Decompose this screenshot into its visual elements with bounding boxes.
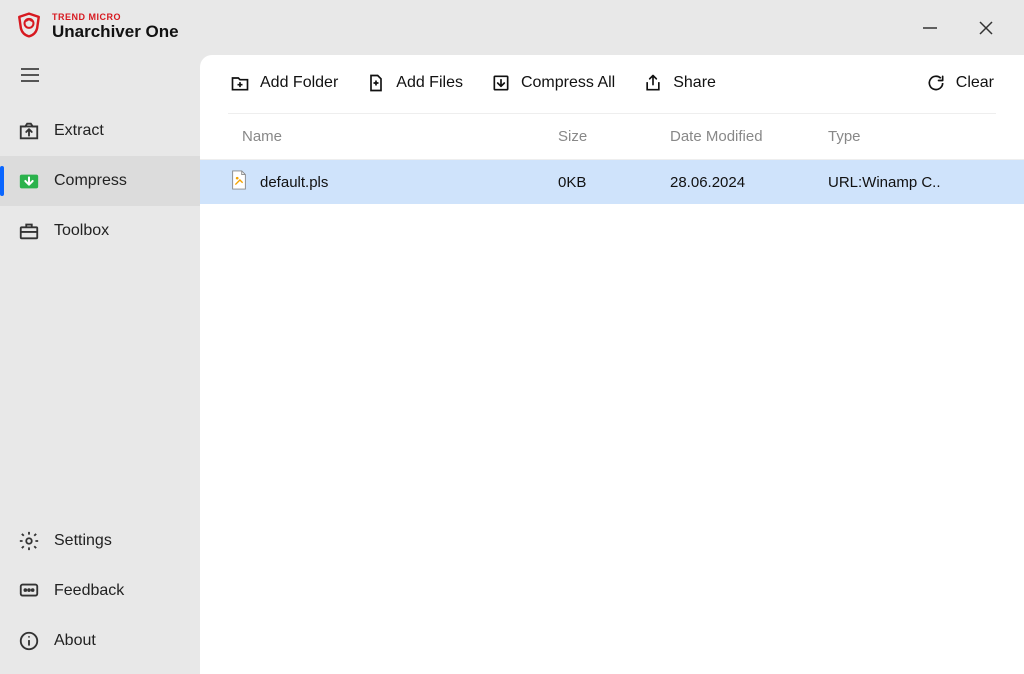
add-files-icon xyxy=(366,73,386,93)
sidebar-item-feedback[interactable]: Feedback xyxy=(0,566,200,616)
extract-icon xyxy=(18,120,40,142)
gear-icon xyxy=(18,530,40,552)
compress-all-button[interactable]: Compress All xyxy=(491,73,615,93)
compress-icon xyxy=(18,170,40,192)
column-header-date[interactable]: Date Modified xyxy=(670,128,828,145)
shield-icon xyxy=(16,12,42,43)
info-icon xyxy=(18,630,40,652)
sidebar-item-label: Extract xyxy=(54,122,104,140)
table-header: Name Size Date Modified Type xyxy=(200,114,1024,160)
minimize-button[interactable] xyxy=(918,16,942,40)
column-header-size[interactable]: Size xyxy=(558,128,670,145)
hamburger-button[interactable] xyxy=(0,55,200,106)
cell-size: 0KB xyxy=(558,174,670,191)
table-body: default.pls 0KB 28.06.2024 URL:Winamp C.… xyxy=(200,160,1024,674)
table-row[interactable]: default.pls 0KB 28.06.2024 URL:Winamp C.… xyxy=(200,160,1024,204)
toolbar-label: Compress All xyxy=(521,74,615,92)
sidebar-item-label: Feedback xyxy=(54,582,124,600)
sidebar-item-label: Compress xyxy=(54,172,127,190)
share-button[interactable]: Share xyxy=(643,73,716,93)
main-panel: Add Folder Add Files xyxy=(200,55,1024,674)
sidebar-item-toolbox[interactable]: Toolbox xyxy=(0,206,200,256)
compress-all-icon xyxy=(491,73,511,93)
toolbox-icon xyxy=(18,220,40,242)
clear-button[interactable]: Clear xyxy=(926,73,994,93)
toolbar-label: Add Folder xyxy=(260,74,338,92)
sidebar-item-label: Toolbox xyxy=(54,222,109,240)
cell-name: default.pls xyxy=(260,174,328,191)
sidebar-item-label: About xyxy=(54,632,96,650)
sidebar-item-about[interactable]: About xyxy=(0,616,200,666)
toolbar-label: Add Files xyxy=(396,74,463,92)
sidebar-item-settings[interactable]: Settings xyxy=(0,516,200,566)
add-folder-icon xyxy=(230,73,250,93)
titlebar: TREND MICRO Unarchiver One xyxy=(0,0,1024,55)
cell-type: URL:Winamp C.. xyxy=(828,174,994,191)
feedback-icon xyxy=(18,580,40,602)
close-button[interactable] xyxy=(974,16,998,40)
file-icon xyxy=(230,170,248,194)
add-files-button[interactable]: Add Files xyxy=(366,73,463,93)
sidebar: Extract Compress xyxy=(0,55,200,674)
sidebar-item-compress[interactable]: Compress xyxy=(0,156,200,206)
refresh-icon xyxy=(926,73,946,93)
toolbar-label: Share xyxy=(673,74,716,92)
app-logo: TREND MICRO Unarchiver One xyxy=(16,12,179,43)
cell-date: 28.06.2024 xyxy=(670,174,828,191)
column-header-type[interactable]: Type xyxy=(828,128,994,145)
add-folder-button[interactable]: Add Folder xyxy=(230,73,338,93)
share-icon xyxy=(643,73,663,93)
toolbar: Add Folder Add Files xyxy=(200,55,1024,113)
column-header-name[interactable]: Name xyxy=(230,128,558,145)
app-window: TREND MICRO Unarchiver One xyxy=(0,0,1024,674)
sidebar-item-extract[interactable]: Extract xyxy=(0,106,200,156)
toolbar-label: Clear xyxy=(956,74,994,92)
app-title: Unarchiver One xyxy=(52,23,179,42)
sidebar-item-label: Settings xyxy=(54,532,112,550)
